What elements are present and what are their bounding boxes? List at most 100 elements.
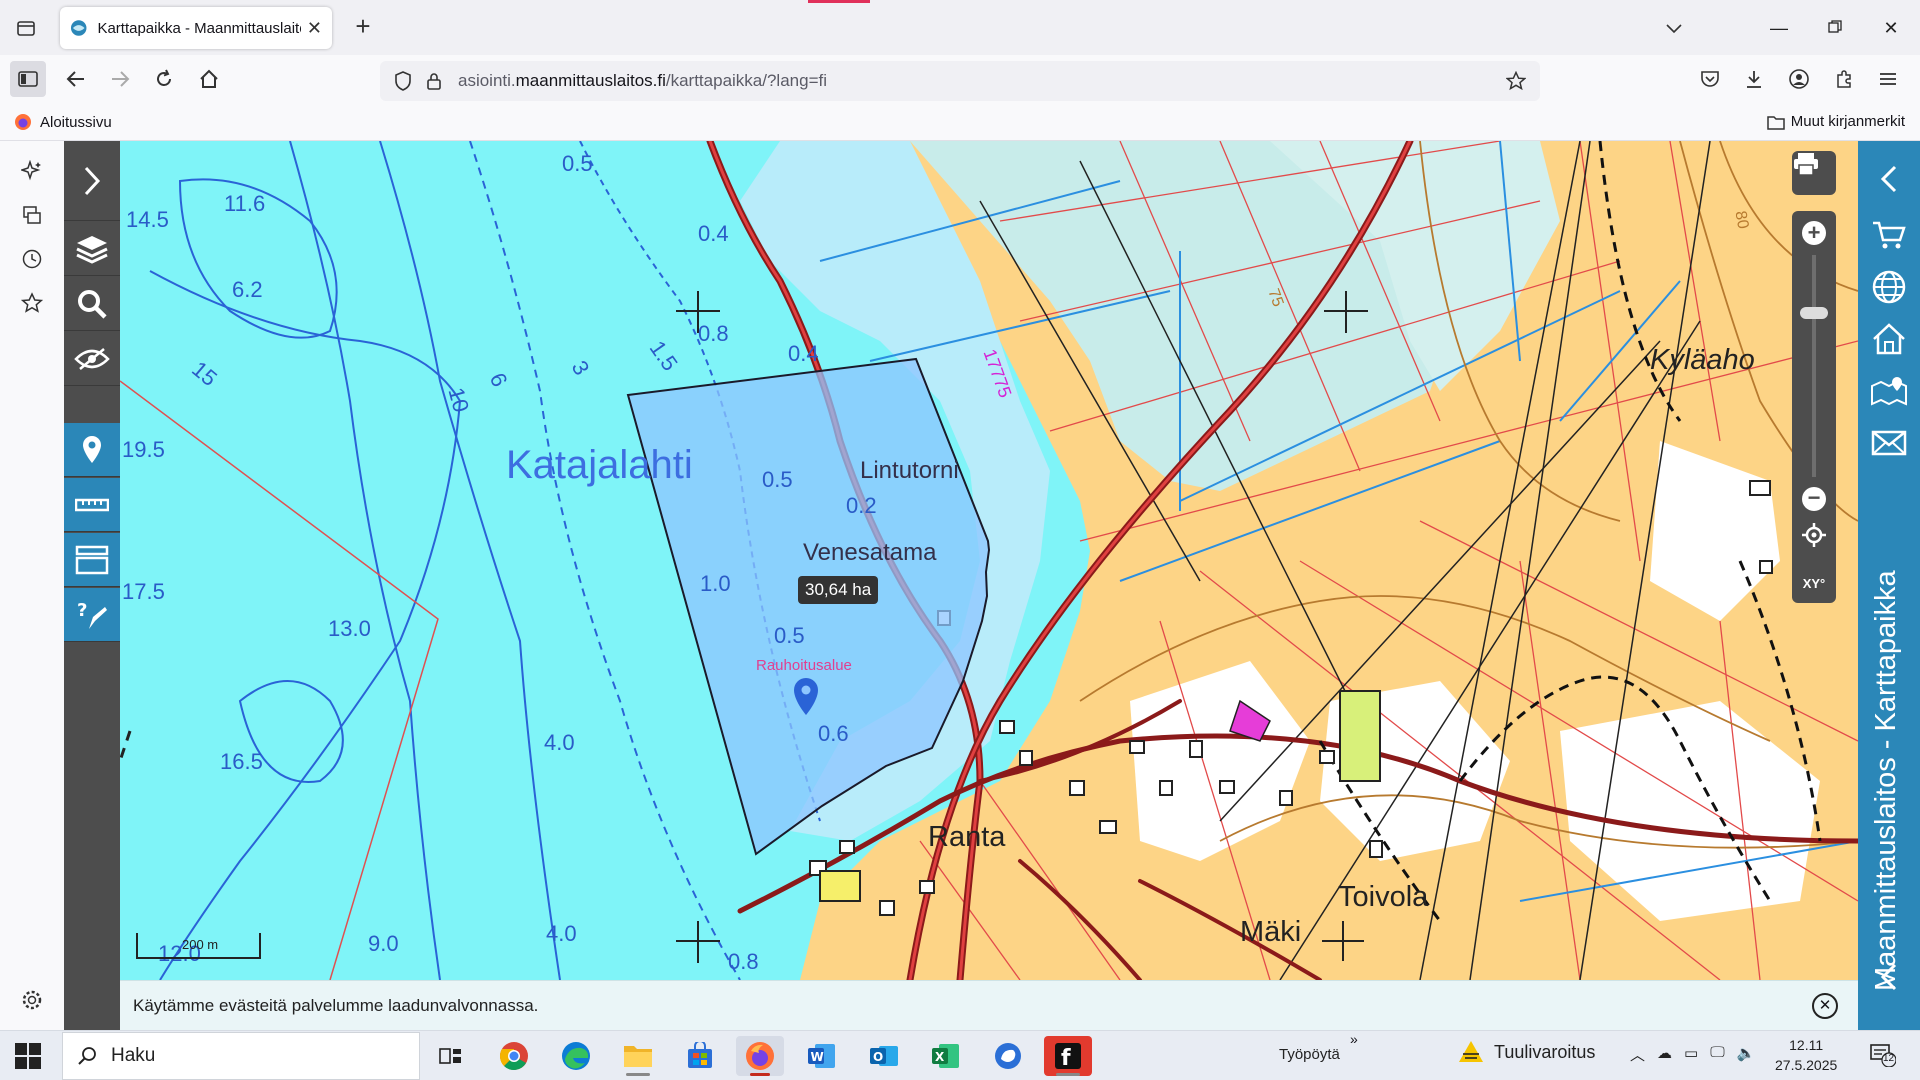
label-katajalahti: Katajalahti [506,443,693,487]
area-measure-icon [75,545,109,574]
depth-label: 11.6 [224,191,266,216]
notification-center-button[interactable]: 12 [1870,1043,1897,1072]
label-rauhoitusalue: Rauhoitusalue [756,657,852,674]
extensions-icon[interactable] [1826,61,1862,97]
back-button[interactable] [58,61,94,97]
ai-sparkle-icon[interactable] [18,157,46,185]
menu-icon[interactable] [1870,61,1906,97]
scale-bar-label: 200 m [182,937,219,952]
forward-button[interactable] [102,61,138,97]
zoom-in-button[interactable]: + [1802,221,1826,245]
depth-label: 13.0 [328,616,371,641]
home-button[interactable] [191,61,227,97]
map-layers-button[interactable] [64,222,120,276]
map-services-button[interactable] [1871,373,1907,409]
reload-button[interactable] [146,61,182,97]
url-text[interactable]: asiointi.maanmittauslaitos.fi/karttapaik… [458,71,827,91]
hide-layers-button[interactable] [64,332,120,386]
firefox-taskbar-icon[interactable] [736,1036,784,1076]
help-guide-button[interactable]: ? [64,588,120,642]
bookmarks-bar: Aloitussivu Muut kirjanmerkit [0,105,1920,141]
zoom-control: + − [1792,211,1836,591]
new-tab-button[interactable]: + [348,12,378,42]
collapse-panel-button[interactable] [1871,161,1907,197]
bookmark-other-label: Muut kirjanmerkit [1790,113,1905,130]
svg-text:W: W [811,1050,824,1064]
label-contour-80: 80 [1731,209,1752,231]
overflow-chevron-icon[interactable]: » [1350,1031,1358,1047]
bookmarks-star-icon[interactable] [18,289,46,317]
desktop-toolbar-label[interactable]: Työpöytä [1279,1046,1340,1063]
outlook-icon[interactable]: O [860,1036,908,1076]
settings-gear-icon[interactable] [18,986,46,1014]
map-canvas[interactable]: Katajalahti Lintutorni Venesatama Rauhoi… [120,141,1858,980]
search-button[interactable] [64,277,120,331]
depth-label: 0.8 [698,321,729,346]
weather-widget[interactable]: Tuulivaroitus [1458,1040,1595,1064]
sidebar-toggle-button[interactable] [10,61,46,97]
shop-cart-button[interactable] [1871,217,1907,253]
store-icon[interactable] [676,1036,724,1076]
close-window-button[interactable]: ✕ [1871,12,1911,44]
measure-area-button[interactable] [64,533,120,587]
f-app-icon[interactable]: f [1044,1036,1092,1076]
tab-close-icon[interactable]: ✕ [307,18,322,39]
depth-label: 0.6 [818,721,849,746]
zoom-slider-handle[interactable] [1800,307,1828,319]
language-button[interactable] [1871,269,1907,305]
task-view-icon[interactable] [427,1036,475,1076]
battery-icon[interactable]: ▭ [1684,1044,1698,1065]
feedback-mail-button[interactable] [1871,425,1907,461]
coordinates-button[interactable]: XY° [1792,563,1836,603]
edge-icon[interactable] [552,1036,600,1076]
history-icon[interactable] [18,245,46,273]
clock[interactable]: 12.11 27.5.2025 [1775,1035,1837,1075]
depth-label: 14.5 [126,207,169,232]
tray-chevron-up-icon[interactable]: ︿ [1630,1044,1645,1065]
lock-icon[interactable] [426,72,442,90]
depth-label: 1.0 [700,571,731,596]
address-bar[interactable]: asiointi.maanmittauslaitos.fi/karttapaik… [380,61,1540,101]
layers-icon [76,235,108,264]
windows-taskbar: Haku W O X f » Työpöytä Tuulivaroitus ︿ … [0,1030,1920,1080]
taskbar-search-input[interactable]: Haku [62,1032,420,1080]
wsl-app-icon[interactable] [984,1036,1032,1076]
cookie-notice: Käytämme evästeitä palvelumme laadunvalv… [120,980,1858,1030]
eye-off-icon [74,347,110,370]
zoom-slider-track[interactable] [1812,255,1816,477]
locate-me-button[interactable] [1802,523,1826,547]
add-marker-button[interactable] [64,423,120,477]
bookmark-star-icon[interactable] [1506,71,1526,91]
account-icon[interactable] [1781,61,1817,97]
excel-icon[interactable]: X [922,1036,970,1076]
measure-distance-button[interactable] [64,478,120,532]
cookie-close-button[interactable]: ✕ [1812,993,1838,1019]
depth-label: 4.0 [546,921,577,946]
bottom-collapse-button[interactable] [1871,959,1907,995]
bookmark-other[interactable]: Muut kirjanmerkit [1767,113,1905,130]
list-all-tabs-icon[interactable] [1654,12,1694,44]
home-page-button[interactable] [1871,321,1907,357]
synced-tabs-icon[interactable] [18,201,46,229]
mail-icon [1871,430,1907,456]
onedrive-cloud-icon[interactable]: ☁ [1657,1044,1672,1065]
clock-time: 12.11 [1789,1037,1824,1053]
pocket-icon[interactable] [1692,61,1728,97]
file-explorer-icon[interactable] [614,1036,662,1076]
tracking-shield-icon[interactable] [394,71,412,91]
tab-list-icon[interactable] [12,14,40,42]
chrome-icon[interactable] [490,1036,538,1076]
word-icon[interactable]: W [798,1036,846,1076]
zoom-out-button[interactable]: − [1802,487,1826,511]
print-button[interactable] [1792,151,1836,195]
volume-icon[interactable]: 🔈 [1737,1044,1756,1065]
windows-start-icon[interactable] [14,1042,42,1070]
bookmark-home-label: Aloitussivu [40,113,112,131]
expand-panel-button[interactable] [64,141,120,221]
tab-karttapaikka[interactable]: Karttapaikka - Maanmittauslaitos ✕ [60,7,332,49]
bookmark-home[interactable]: Aloitussivu [14,113,112,131]
restore-button[interactable] [1815,12,1855,44]
downloads-icon[interactable] [1736,61,1772,97]
network-icon[interactable]: 🖵 [1710,1044,1724,1065]
minimize-button[interactable]: — [1759,12,1799,44]
